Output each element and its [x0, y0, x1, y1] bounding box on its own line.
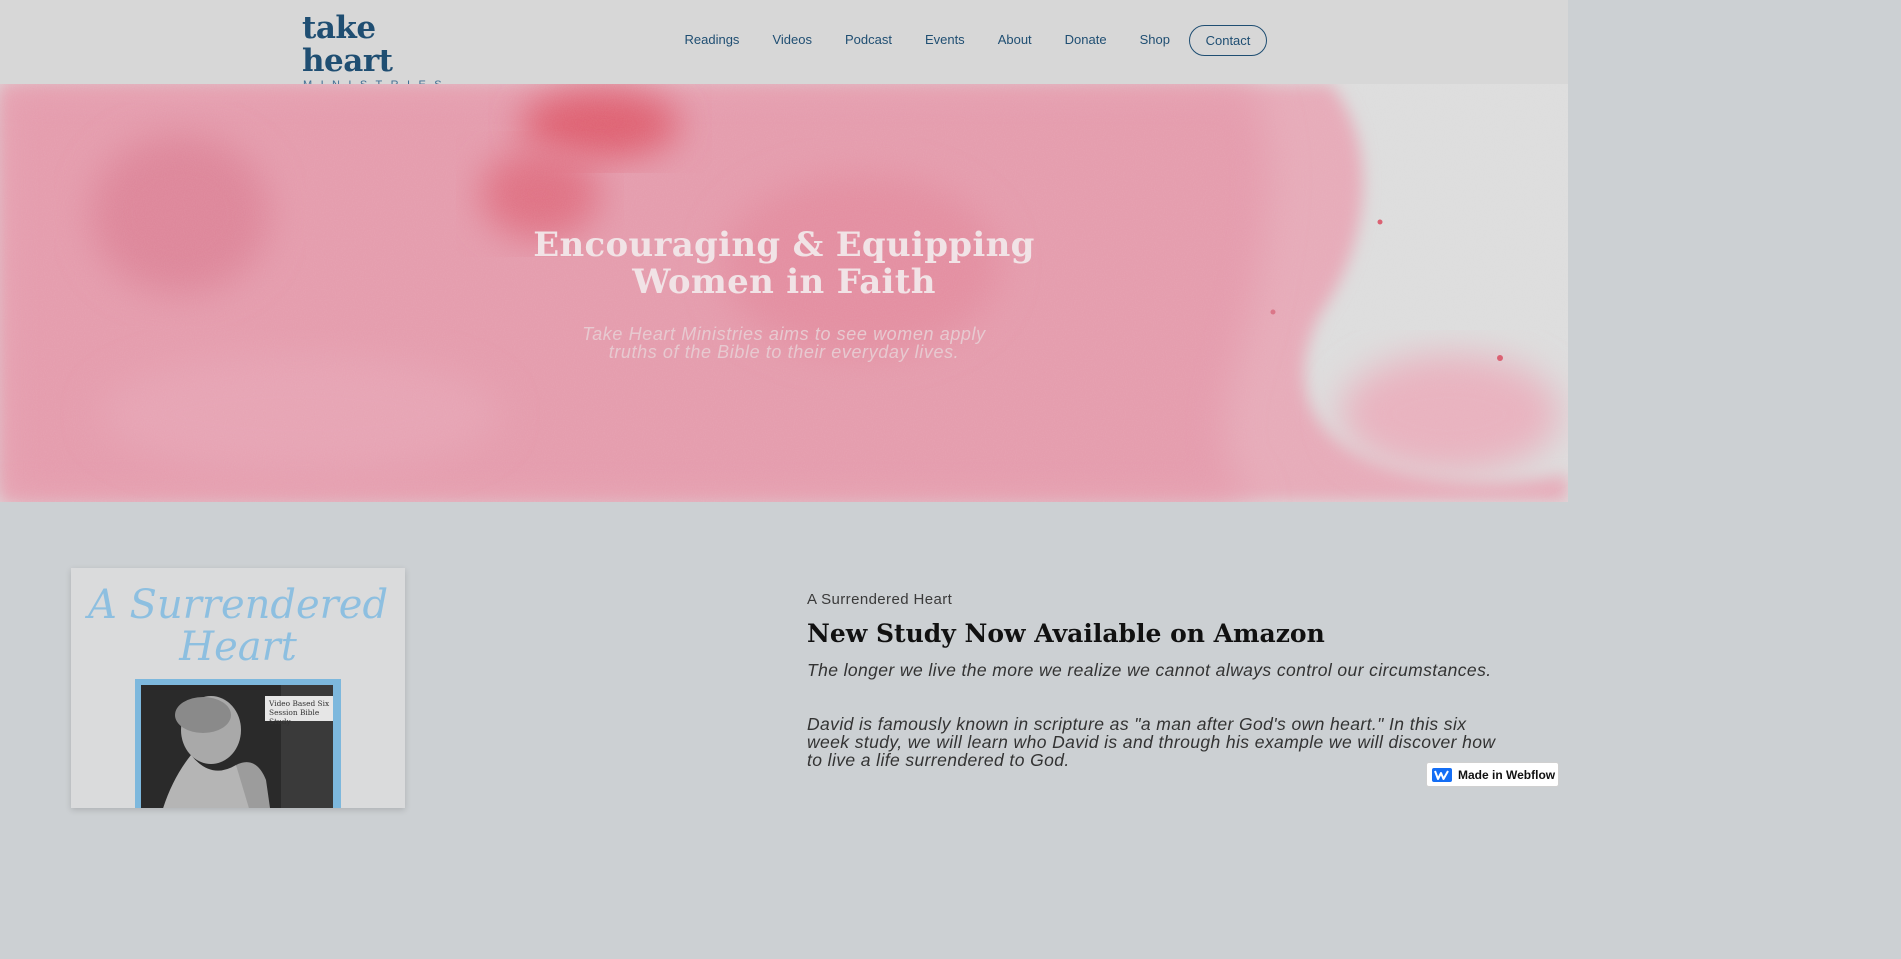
cover-title-line-2: Heart: [179, 624, 297, 670]
cover-title: A Surrendered Heart: [71, 584, 405, 668]
cover-tag-line-2: Session Bible Study: [269, 708, 320, 726]
feature-section: A Surrendered Heart Video Based Six Sess…: [0, 502, 1568, 808]
nav-shop[interactable]: Shop: [1123, 25, 1186, 55]
cover-tag-line-1: Video Based Six: [269, 699, 330, 708]
hero-section: Encouraging & Equipping Women in Faith T…: [0, 84, 1568, 502]
feature-paragraph-2: David is famously known in scripture as …: [807, 714, 1496, 770]
cover-tag: Video Based Six Session Bible Study: [265, 696, 333, 726]
cover-statue-photo: Video Based Six Session Bible Study: [141, 685, 333, 808]
nav-podcast[interactable]: Podcast: [828, 25, 908, 55]
site-header: take heart MINISTRIES Readings Videos Po…: [0, 0, 1568, 92]
nav-videos[interactable]: Videos: [756, 25, 829, 55]
main-nav: Readings Videos Podcast Events About Don…: [668, 25, 1186, 55]
nav-donate[interactable]: Donate: [1048, 25, 1123, 55]
hero-title-line-1: Encouraging & Equipping: [533, 225, 1035, 265]
logo-link[interactable]: take heart MINISTRIES: [302, 12, 448, 92]
cover-title-line-1: A Surrendered: [87, 582, 389, 628]
feature-headline: New Study Now Available on Amazon: [807, 619, 1325, 648]
nav-readings[interactable]: Readings: [668, 25, 756, 55]
hero-subtitle-line-1: Take Heart Ministries aims to see women …: [582, 324, 986, 344]
feature-kicker: A Surrendered Heart: [807, 591, 953, 608]
made-in-webflow-badge[interactable]: Made in Webflow: [1426, 762, 1559, 787]
webflow-badge-label: Made in Webflow: [1458, 767, 1556, 782]
cover-photo-frame: Video Based Six Session Bible Study: [135, 679, 341, 808]
hero-title: Encouraging & Equipping Women in Faith: [484, 227, 1084, 301]
nav-events[interactable]: Events: [908, 25, 981, 55]
book-cover-image[interactable]: A Surrendered Heart Video Based Six Sess…: [71, 568, 405, 808]
webflow-logo-icon: [1432, 767, 1452, 782]
hero-title-line-2: Women in Faith: [632, 262, 936, 302]
feature-paragraph-1: The longer we live the more we realize w…: [807, 660, 1492, 680]
hero-subtitle-line-2: truths of the Bible to their everyday li…: [608, 342, 960, 362]
logo-wordmark: take heart: [302, 10, 393, 79]
nav-about[interactable]: About: [981, 25, 1048, 55]
contact-button[interactable]: Contact: [1189, 25, 1267, 56]
hero-subtitle: Take Heart Ministries aims to see women …: [534, 325, 1034, 361]
